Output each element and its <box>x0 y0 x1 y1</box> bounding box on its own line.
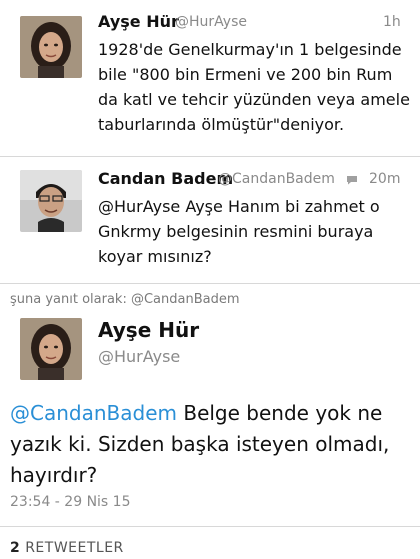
main-tweet-author-handle[interactable]: @HurAyse <box>98 347 180 366</box>
divider <box>0 526 420 527</box>
tweet-time: 20m <box>369 171 401 187</box>
retweets-label: RETWEETLER <box>25 540 124 556</box>
tweet-text-line: 1928'de Genelkurmay'ın 1 belgesinde <box>98 40 402 59</box>
avatar-candan-badem[interactable] <box>20 170 82 232</box>
tweet-text: @HurAyse Ayşe Hanım bi zahmet o Gnkrmy b… <box>98 194 418 269</box>
tweet-text-line: Gnkrmy belgesinin resmini buraya <box>98 222 374 241</box>
retweets-number: 2 <box>10 540 21 556</box>
main-tweet-text-fragment: Belge bende yok ne <box>176 401 383 425</box>
tweet-author-handle[interactable]: @CandanBadem <box>218 171 335 187</box>
retweets-count[interactable]: 2 RETWEETLER <box>10 540 124 556</box>
tweet-text: 1928'de Genelkurmay'ın 1 belgesinde bile… <box>98 37 418 137</box>
tweet-author-name[interactable]: Ayşe Hür <box>98 12 179 31</box>
divider <box>0 283 420 284</box>
avatar-ayse-hur-large[interactable] <box>20 318 82 380</box>
main-tweet-text-line: @CandanBadem Belge bende yok ne <box>10 398 410 429</box>
tweet-text-line: bile "800 bin Ermeni ve 200 bin Rum <box>98 65 393 84</box>
speech-bubble-icon <box>347 176 357 185</box>
tweet-2[interactable]: Candan Badem @CandanBadem 20m @HurAyse A… <box>0 160 420 280</box>
tweet-text-line: da katl ve tehcir yüzünden veya amele <box>98 90 410 109</box>
tweet-text-line: taburlarında ölmüştür"deniyor. <box>98 115 345 134</box>
reply-context[interactable]: şuna yanıt olarak: @CandanBadem <box>10 292 240 307</box>
tweet-text-line: koyar mısınız? <box>98 247 212 266</box>
tweet-text-line: @HurAyse Ayşe Hanım bi zahmet o <box>98 197 380 216</box>
main-tweet-text-line: yazık ki. Sizden başka isteyen olmadı, <box>10 432 390 456</box>
avatar-ayse-hur[interactable] <box>20 16 82 78</box>
tweet-author-handle[interactable]: @HurAyse <box>175 14 247 30</box>
tweet-1[interactable]: Ayşe Hür @HurAyse 1h 1928'de Genelkurmay… <box>0 0 420 150</box>
mention-link[interactable]: @CandanBadem <box>10 401 177 425</box>
main-tweet-text: @CandanBadem Belge bende yok ne yazık ki… <box>10 398 410 491</box>
divider <box>0 156 420 157</box>
tweet-author-name[interactable]: Candan Badem <box>98 169 233 188</box>
main-tweet-author-name[interactable]: Ayşe Hür <box>98 318 199 342</box>
tweet-time: 1h <box>383 14 401 30</box>
main-tweet-timestamp: 23:54 - 29 Nis 15 <box>10 494 131 510</box>
main-tweet-text-line: hayırdır? <box>10 463 98 487</box>
